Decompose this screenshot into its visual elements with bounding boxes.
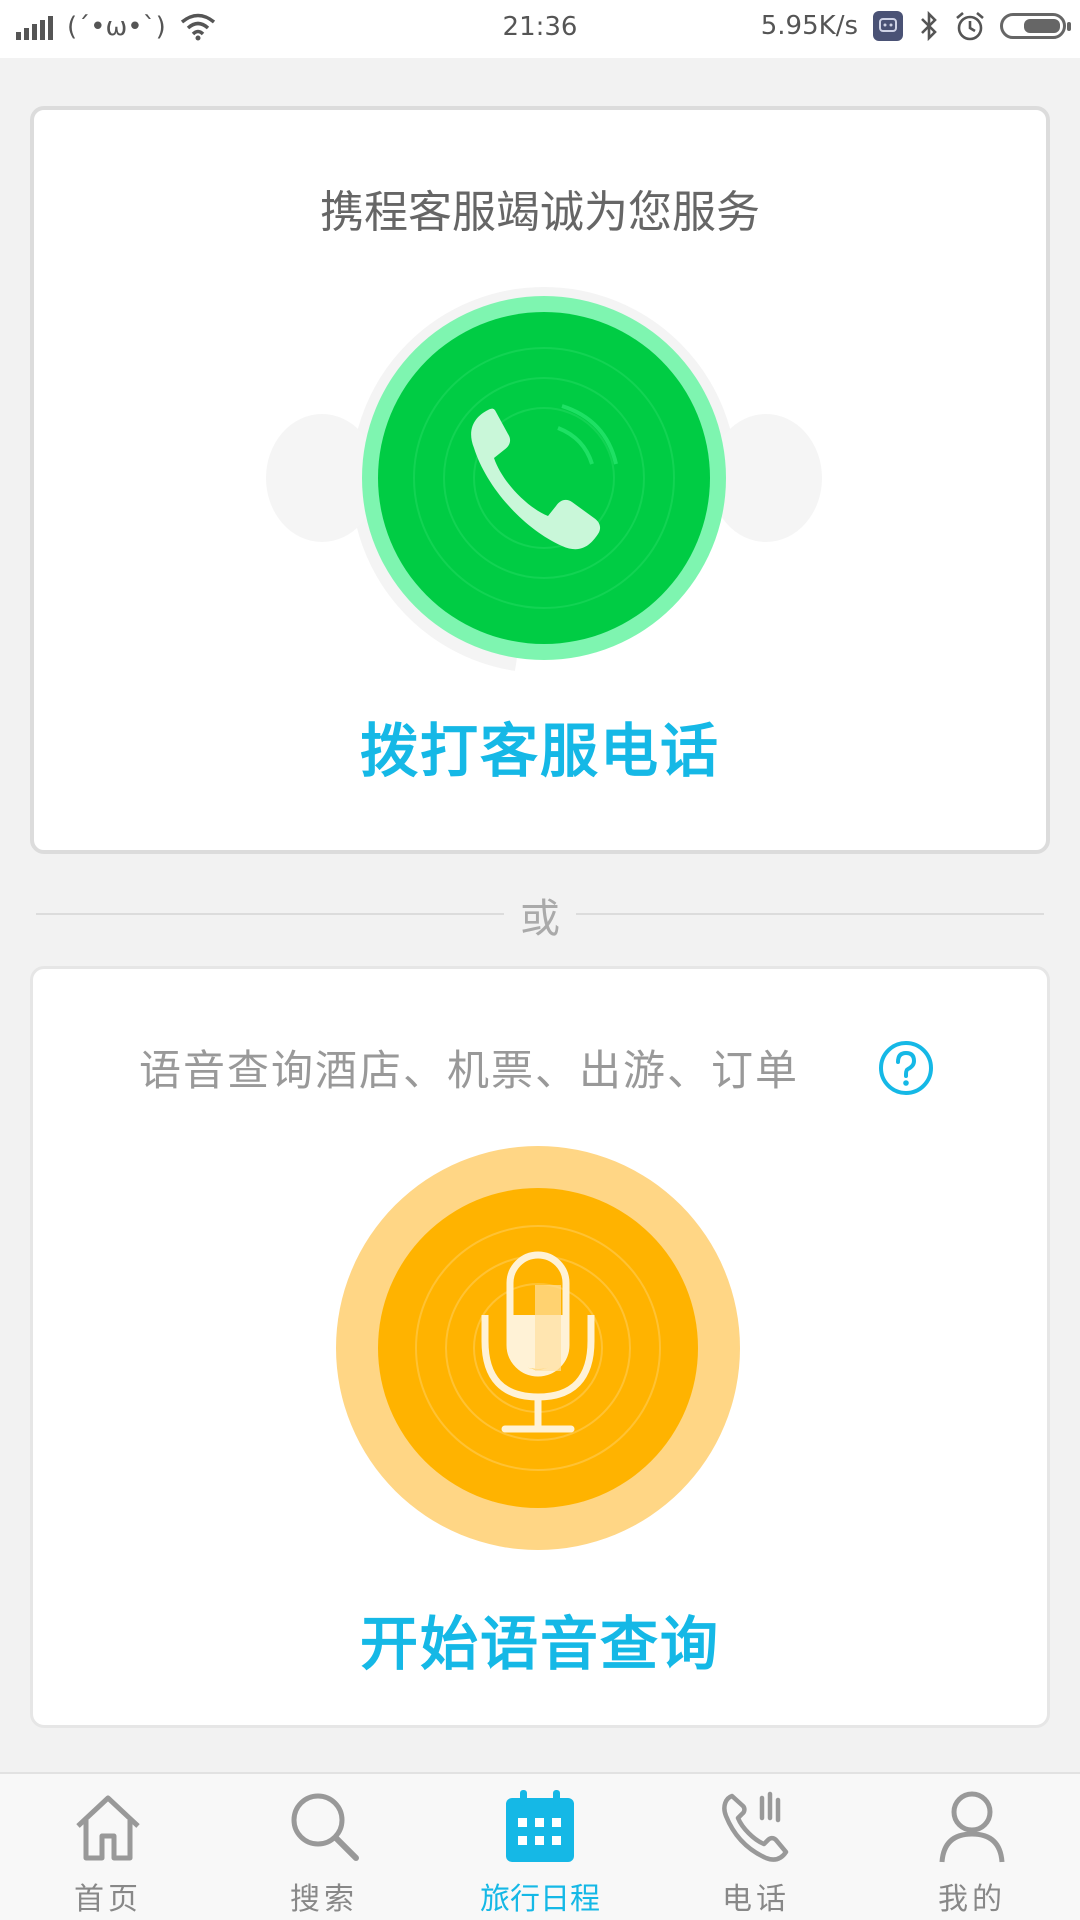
user-icon <box>939 1791 1005 1863</box>
bluetooth-icon <box>921 11 937 41</box>
divider-line-right <box>576 913 1044 915</box>
nav-label: 旅行日程 <box>480 1882 600 1917</box>
nav-item-me[interactable]: 我的 <box>864 1774 1080 1920</box>
nav-label: 我的 <box>938 1882 1006 1917</box>
voice-button[interactable] <box>335 1145 741 1551</box>
voice-title: 语音查询酒店、机票、出游、订单 <box>139 1046 800 1095</box>
nav-label: 电话 <box>722 1882 790 1917</box>
search-icon <box>291 1793 359 1861</box>
nav-item-phone[interactable]: 电话 <box>648 1774 864 1920</box>
nav-item-search[interactable]: 搜索 <box>216 1774 432 1920</box>
calendar-icon <box>506 1790 574 1862</box>
nav-item-home[interactable]: 首页 <box>0 1774 216 1920</box>
bottom-nav: 首页 搜索 旅行日程 电话 我的 <box>0 1772 1080 1920</box>
or-divider: 或 <box>36 896 1044 942</box>
nav-label: 搜索 <box>290 1882 358 1917</box>
alarm-icon <box>956 12 984 41</box>
nav-label: 首页 <box>74 1882 142 1917</box>
phone-icon <box>266 287 822 671</box>
screen: (´•ω•`) 21:36 5.95K/s 携程客服竭诚为您服务 拨打客服电话 … <box>0 0 1080 1920</box>
or-label: 或 <box>520 896 560 942</box>
nav-item-trip-schedule[interactable]: 旅行日程 <box>432 1774 648 1920</box>
status-right: 5.95K/s <box>760 10 1071 42</box>
call-button[interactable] <box>266 260 822 700</box>
call-service-link[interactable]: 拨打客服电话 <box>34 704 1046 788</box>
battery-icon <box>1000 13 1071 39</box>
service-title: 携程客服竭诚为您服务 <box>320 187 760 238</box>
call-service-card: 携程客服竭诚为您服务 拨打客服电话 <box>30 106 1050 854</box>
voice-query-link[interactable]: 开始语音查询 <box>33 1597 1047 1681</box>
microphone-icon <box>336 1146 740 1550</box>
phone-icon <box>722 1791 789 1862</box>
question-icon[interactable] <box>877 1039 935 1097</box>
home-icon <box>76 1795 140 1861</box>
status-bar: (´•ω•`) 21:36 5.95K/s <box>0 0 1080 58</box>
net-speed: 5.95K/s <box>760 11 858 41</box>
app-icon <box>873 11 903 41</box>
voice-query-card: 语音查询酒店、机票、出游、订单 开始语音查询 <box>30 966 1050 1728</box>
